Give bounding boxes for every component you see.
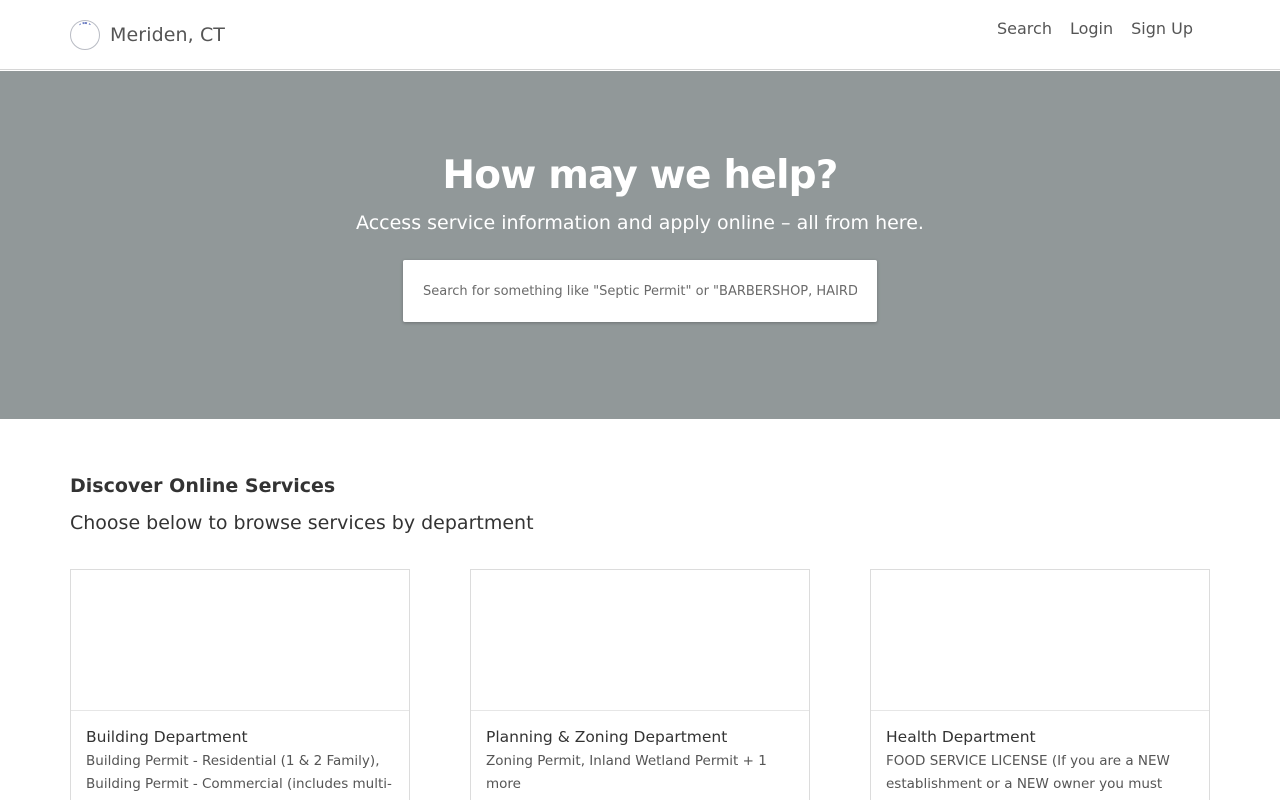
city-seal-icon (70, 20, 100, 50)
card-services: FOOD SERVICE LICENSE (If you are a NEW e… (886, 753, 1170, 800)
service-search-input[interactable] (403, 260, 877, 322)
hero-title: How may we help? (442, 153, 838, 198)
card-image (471, 570, 809, 711)
card-title[interactable]: Planning & Zoning Department (486, 727, 794, 747)
card-services: Building Permit - Residential (1 & 2 Fam… (86, 753, 392, 792)
card-title[interactable]: Health Department (886, 727, 1194, 747)
nav-login-link[interactable]: Login (1070, 18, 1113, 40)
card-body: Planning & Zoning Department Zoning Perm… (471, 711, 809, 796)
department-card-health[interactable]: Health Department FOOD SERVICE LICENSE (… (870, 569, 1210, 800)
discover-title: Discover Online Services (70, 475, 336, 497)
top-header: Meriden, CT Search Login Sign Up (0, 0, 1280, 70)
department-card-building[interactable]: Building Department Building Permit - Re… (70, 569, 410, 800)
nav-signup-link[interactable]: Sign Up (1131, 18, 1193, 40)
main-nav: Search Login Sign Up (997, 18, 1193, 40)
city-name: Meriden, CT (110, 24, 226, 46)
discover-subtitle: Choose below to browse services by depar… (70, 512, 534, 534)
department-card-planning-zoning[interactable]: Planning & Zoning Department Zoning Perm… (470, 569, 810, 800)
nav-search-link[interactable]: Search (997, 18, 1052, 40)
hero-subtitle: Access service information and apply onl… (356, 212, 924, 234)
search-box (403, 260, 877, 322)
card-services: Zoning Permit, Inland Wetland Permit + 1… (486, 753, 767, 792)
card-image (871, 570, 1209, 711)
card-image (71, 570, 409, 711)
card-body: Building Department Building Permit - Re… (71, 711, 409, 796)
card-body: Health Department FOOD SERVICE LICENSE (… (871, 711, 1209, 800)
hero-banner: How may we help? Access service informat… (0, 71, 1280, 419)
home-link[interactable]: Meriden, CT (70, 19, 225, 51)
card-title[interactable]: Building Department (86, 727, 394, 747)
